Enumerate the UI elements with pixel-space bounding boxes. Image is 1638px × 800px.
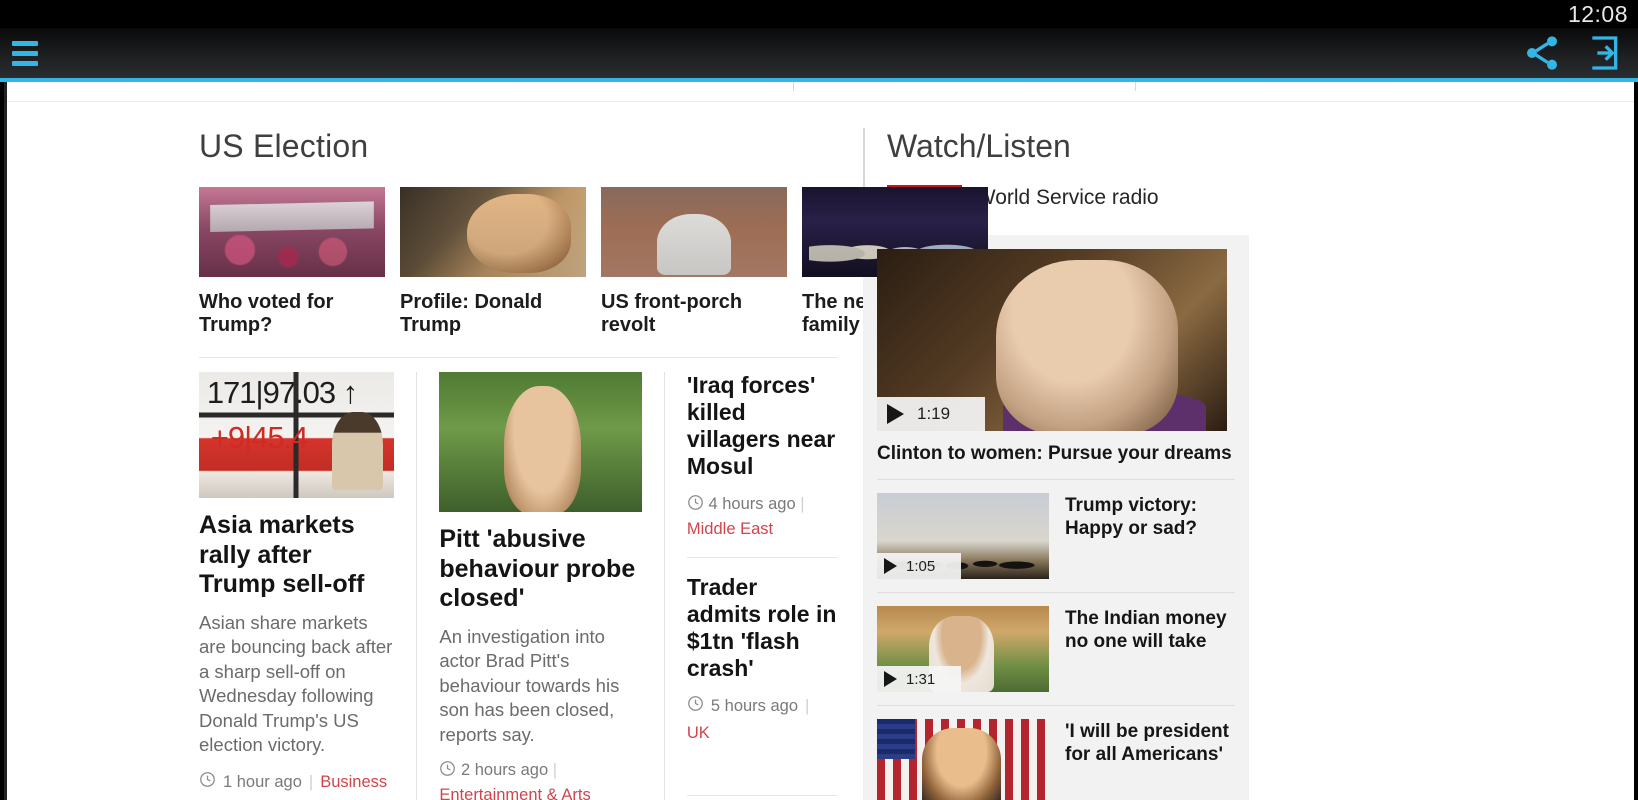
video-thumbnail: [877, 719, 1049, 800]
live-radio-label: World Service radio: [975, 186, 1159, 209]
video-play-control[interactable]: 1:05: [877, 553, 961, 579]
promo-caption: US front-porch revolt: [601, 291, 743, 336]
promo-thumbnail: [199, 187, 385, 277]
promo-caption: Profile: Donald Trump: [400, 291, 543, 336]
clock-icon: [439, 760, 456, 782]
lead-story-meta: 1 hour ago | Business: [199, 771, 394, 793]
story-grid: Asia markets rally after Trump sell-off …: [199, 372, 837, 800]
second-story[interactable]: Pitt 'abusive behaviour probe closed' An…: [416, 372, 664, 800]
list-item[interactable]: 1:31 The Indian money no one will take: [877, 592, 1235, 705]
list-item[interactable]: 'Iraq forces' killed villagers near Mosu…: [687, 372, 837, 539]
play-icon: [887, 404, 904, 424]
video-duration: 1:05: [906, 557, 936, 575]
list-divider: [686, 795, 837, 796]
list-item-timestamp: 4 hours ago: [708, 494, 796, 513]
video-title: 'I will be president for all Americans': [1065, 721, 1229, 765]
share-icon[interactable]: [1522, 33, 1562, 73]
list-item-timestamp: 5 hours ago: [710, 696, 799, 715]
promo-caption: Who voted for Trump?: [199, 291, 334, 336]
list-item[interactable]: 1:05 Trump victory: Happy or sad?: [877, 479, 1235, 592]
status-bar: 12:08: [0, 0, 1638, 28]
meta-separator: |: [308, 772, 314, 791]
play-icon: [884, 671, 897, 687]
promo-card[interactable]: US front-porch revolt: [601, 187, 787, 337]
webview-content: US Election Who voted for Trump? Profile…: [4, 82, 1634, 800]
story-list: 'Iraq forces' killed villagers near Mosu…: [663, 372, 837, 800]
android-device-frame: 12:08 US Election Who voted for Trump? P…: [0, 0, 1638, 800]
promo-row: Who voted for Trump? Profile: Donald Tru…: [199, 187, 988, 337]
page-title: US Election: [199, 128, 369, 164]
video-duration: 1:31: [906, 670, 936, 688]
video-title: Trump victory: Happy or sad?: [1065, 495, 1197, 539]
main-column: US Election Who voted for Trump? Profile…: [7, 128, 988, 800]
status-bar-clock: 12:08: [1567, 0, 1628, 27]
list-item-headline: 'Iraq forces' killed villagers near Mosu…: [686, 372, 836, 480]
list-item-headline: Trader admits role in $1tn 'flash crash': [686, 573, 837, 681]
hero-duration: 1:19: [917, 404, 951, 423]
promo-thumbnail: [400, 187, 586, 277]
list-item-topic[interactable]: UK: [687, 724, 710, 743]
promo-card[interactable]: Profile: Donald Trump: [400, 187, 586, 337]
play-icon: [884, 558, 897, 574]
second-story-image: [439, 372, 642, 512]
clock-icon: [687, 494, 704, 516]
section-divider: [199, 357, 837, 358]
lead-story-timestamp: 1 hour ago: [223, 772, 302, 791]
second-story-topic[interactable]: Entertainment & Arts: [439, 786, 642, 800]
lead-story[interactable]: Asia markets rally after Trump sell-off …: [199, 372, 416, 800]
exit-to-app-icon[interactable]: [1584, 33, 1624, 73]
hero-video[interactable]: 1:19: [877, 249, 1227, 431]
media-card: 1:19 Clinton to women: Pursue your dream…: [863, 235, 1249, 800]
live-radio-row[interactable]: LIVE World Service radio: [887, 185, 1634, 211]
list-item[interactable]: Trader admits role in $1tn 'flash crash'…: [687, 574, 837, 744]
video-thumbnail: 1:31: [877, 606, 1049, 692]
meta-separator: |: [800, 494, 805, 513]
video-title: The Indian money no one will take: [1065, 608, 1227, 652]
video-play-control[interactable]: 1:31: [877, 666, 961, 692]
site-nav-strip[interactable]: [7, 82, 1634, 102]
clock-icon: [687, 695, 704, 717]
hero-play-control[interactable]: 1:19: [877, 397, 985, 431]
second-story-summary: An investigation into actor Brad Pitt's …: [439, 625, 620, 745]
app-action-bar: [0, 28, 1638, 78]
clock-icon: [199, 771, 216, 793]
list-divider: [686, 556, 837, 558]
action-bar-buttons: [1522, 33, 1624, 73]
video-thumbnail: 1:05: [877, 493, 1049, 579]
meta-separator: |: [552, 761, 558, 780]
second-story-timestamp: 2 hours ago: [460, 761, 549, 780]
list-item-topic[interactable]: Middle East: [687, 520, 837, 539]
list-item-meta: 4 hours ago | Middle East: [687, 494, 837, 539]
lead-story-summary: Asian share markets are bouncing back af…: [199, 611, 393, 756]
lead-story-topic[interactable]: Business: [320, 773, 387, 792]
watch-listen-title: Watch/Listen: [887, 128, 1071, 164]
lead-story-image: [199, 372, 395, 498]
promo-card[interactable]: Who voted for Trump?: [199, 187, 385, 337]
meta-separator: |: [805, 696, 810, 715]
hamburger-menu-icon[interactable]: [8, 37, 38, 70]
second-story-meta: 2 hours ago | Entertainment & Arts: [439, 760, 642, 800]
hero-caption: Clinton to women: Pursue your dreams: [877, 443, 1232, 464]
list-item[interactable]: 'I will be president for all Americans': [877, 705, 1235, 800]
promo-thumbnail: [601, 187, 787, 277]
list-item-meta: 5 hours ago | UK: [687, 695, 837, 743]
second-story-headline: Pitt 'abusive behaviour probe closed': [439, 525, 636, 612]
lead-story-headline: Asia markets rally after Trump sell-off: [199, 511, 365, 598]
